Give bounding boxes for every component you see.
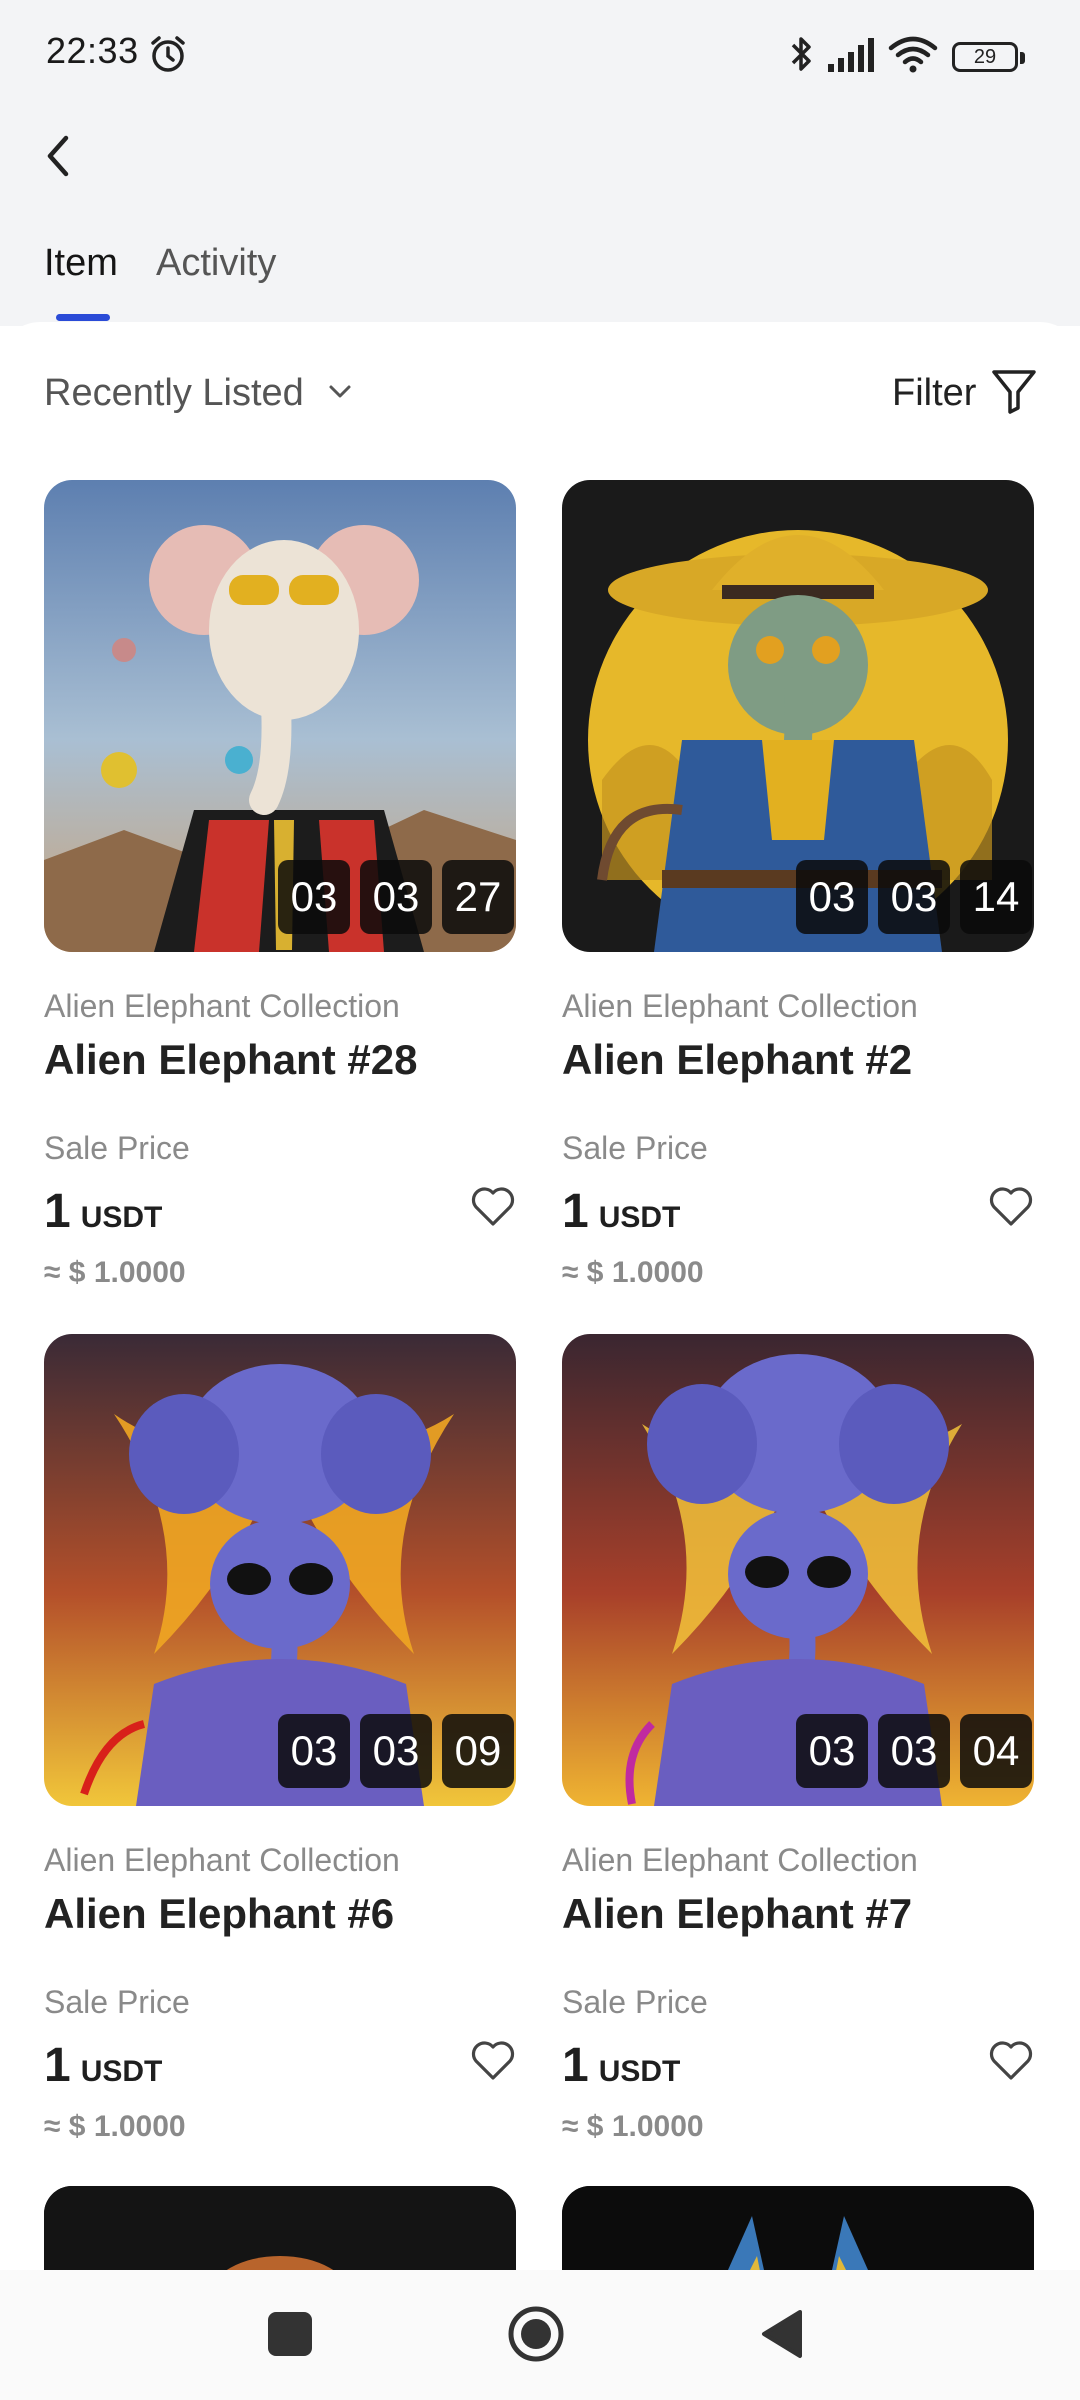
nft-card-partial[interactable] xyxy=(44,2186,516,2270)
timer-seconds: 04 xyxy=(960,1714,1032,1788)
nft-image[interactable]: 03 03 27 xyxy=(44,480,516,952)
nft-artwork-image xyxy=(44,2186,516,2270)
system-nav-bar xyxy=(0,2270,1080,2400)
heart-icon[interactable] xyxy=(470,1186,516,1228)
nft-card-partial[interactable] xyxy=(562,2186,1034,2270)
price-amount: 1 xyxy=(44,2039,71,2092)
timer-hours: 03 xyxy=(796,1714,868,1788)
countdown-timer: 03 03 14 xyxy=(796,860,1032,934)
nft-title[interactable]: Alien Elephant #2 xyxy=(562,1036,912,1084)
status-bar: 22:33 29 xyxy=(0,0,1080,110)
usd-equivalent: ≈ $ 1.0000 xyxy=(44,2110,186,2143)
tab-active-indicator xyxy=(56,314,110,321)
filter-icon[interactable] xyxy=(990,368,1038,414)
price-amount: 1 xyxy=(562,1185,589,1238)
collection-name: Alien Elephant Collection xyxy=(44,1842,400,1878)
timer-minutes: 03 xyxy=(878,1714,950,1788)
price: 1 USDT xyxy=(44,1184,162,1239)
sale-price-label: Sale Price xyxy=(44,1130,190,1166)
heart-icon[interactable] xyxy=(470,2040,516,2082)
price: 1 USDT xyxy=(44,2038,162,2093)
listing-panel: Recently Listed Filter 03 03 27 Alien El… xyxy=(0,322,1080,2270)
price-currency: USDT xyxy=(80,2055,163,2088)
timer-minutes: 03 xyxy=(878,860,950,934)
nft-title[interactable]: Alien Elephant #28 xyxy=(44,1036,417,1084)
price-amount: 1 xyxy=(44,1185,71,1238)
home-circle-icon[interactable] xyxy=(506,2304,566,2364)
chevron-down-icon[interactable] xyxy=(328,384,352,400)
sale-price-label: Sale Price xyxy=(562,1130,708,1166)
wifi-icon xyxy=(888,36,938,73)
price: 1 USDT xyxy=(562,2038,680,2093)
price-amount: 1 xyxy=(562,2039,589,2092)
price: 1 USDT xyxy=(562,1184,680,1239)
tab-bar: Item Activity xyxy=(0,222,1080,326)
price-currency: USDT xyxy=(598,1201,681,1234)
sort-dropdown[interactable]: Recently Listed xyxy=(44,372,304,415)
timer-minutes: 03 xyxy=(360,1714,432,1788)
sale-price-label: Sale Price xyxy=(562,1984,708,2020)
status-time: 22:33 xyxy=(46,30,139,71)
sale-price-label: Sale Price xyxy=(44,1984,190,2020)
timer-hours: 03 xyxy=(278,860,350,934)
countdown-timer: 03 03 04 xyxy=(796,1714,1032,1788)
timer-seconds: 14 xyxy=(960,860,1032,934)
back-arrow-icon[interactable] xyxy=(38,128,78,184)
timer-seconds: 09 xyxy=(442,1714,514,1788)
header xyxy=(0,110,1080,222)
usd-equivalent: ≈ $ 1.0000 xyxy=(44,1256,186,1289)
usd-equivalent: ≈ $ 1.0000 xyxy=(562,1256,704,1289)
battery-icon: 29 xyxy=(952,42,1025,72)
alarm-icon xyxy=(151,36,185,72)
timer-minutes: 03 xyxy=(360,860,432,934)
collection-name: Alien Elephant Collection xyxy=(562,1842,918,1878)
nft-title[interactable]: Alien Elephant #6 xyxy=(44,1890,394,1938)
timer-seconds: 27 xyxy=(442,860,514,934)
collection-name: Alien Elephant Collection xyxy=(44,988,400,1024)
filter-button[interactable]: Filter xyxy=(892,372,976,415)
usd-equivalent: ≈ $ 1.0000 xyxy=(562,2110,704,2143)
back-triangle-icon[interactable] xyxy=(760,2308,804,2360)
heart-icon[interactable] xyxy=(988,2040,1034,2082)
heart-icon[interactable] xyxy=(988,1186,1034,1228)
nft-artwork-image xyxy=(562,2186,1034,2270)
nft-title[interactable]: Alien Elephant #7 xyxy=(562,1890,912,1938)
countdown-timer: 03 03 09 xyxy=(278,1714,514,1788)
nft-image[interactable]: 03 03 14 xyxy=(562,480,1034,952)
recents-square-icon[interactable] xyxy=(268,2312,312,2356)
price-currency: USDT xyxy=(598,2055,681,2088)
bluetooth-icon xyxy=(791,37,811,71)
tab-item[interactable]: Item xyxy=(44,242,118,285)
timer-hours: 03 xyxy=(278,1714,350,1788)
tab-activity[interactable]: Activity xyxy=(156,242,276,285)
nft-image[interactable]: 03 03 09 xyxy=(44,1334,516,1806)
signal-icon xyxy=(828,38,874,72)
nft-image[interactable]: 03 03 04 xyxy=(562,1334,1034,1806)
collection-name: Alien Elephant Collection xyxy=(562,988,918,1024)
timer-hours: 03 xyxy=(796,860,868,934)
countdown-timer: 03 03 27 xyxy=(278,860,514,934)
price-currency: USDT xyxy=(80,1201,163,1234)
